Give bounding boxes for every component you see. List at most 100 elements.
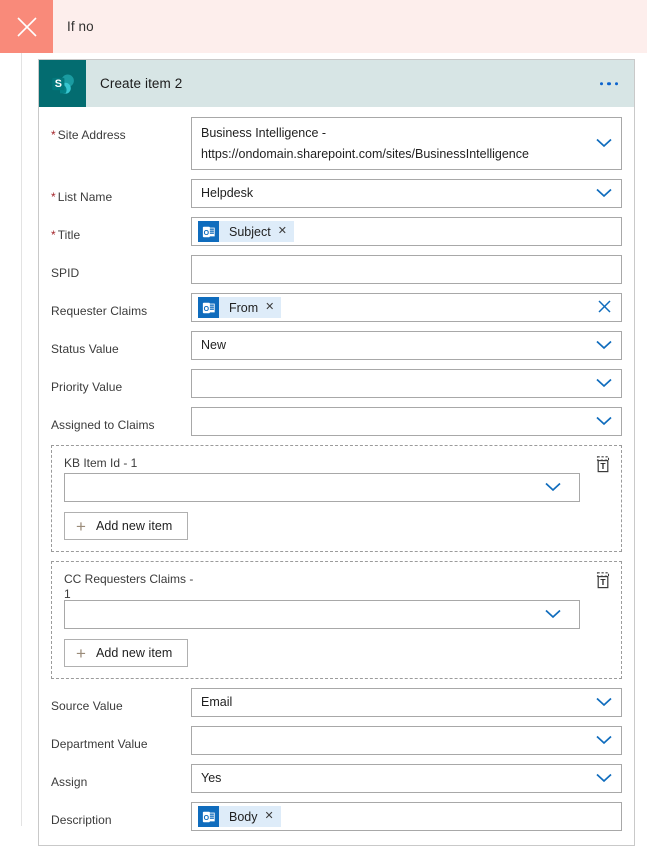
field-row-source-value: Source Value Email (51, 688, 622, 717)
sharepoint-icon: S (39, 60, 86, 107)
dynamic-token-from[interactable]: O From ✕ (198, 297, 282, 318)
add-new-item-label: Add new item (95, 519, 173, 533)
required-asterisk: * (51, 128, 56, 142)
repeating-section-label: CC Requesters Claims - (64, 572, 194, 586)
chevron-down-icon (596, 339, 612, 353)
field-row-site-address: * Site Address Business Intelligence - ht… (51, 117, 622, 170)
flow-connector-rail (21, 53, 22, 826)
required-asterisk: * (51, 228, 56, 242)
dynamic-token-subject[interactable]: O Subject ✕ (198, 221, 294, 242)
add-new-item-label: Add new item (95, 646, 173, 660)
svg-text:O: O (203, 305, 209, 312)
source-value-combobox[interactable]: Email (191, 688, 622, 717)
field-label-requester-claims: Requester Claims (51, 304, 148, 318)
svg-text:T: T (600, 461, 606, 471)
field-row-description: Description O Body ✕ (51, 802, 622, 831)
repeating-section-cc-requesters-claims: CC Requesters Claims - 1 + Add new item … (51, 561, 622, 679)
if-no-branch-bar: If no (0, 0, 647, 53)
close-icon (14, 14, 40, 40)
action-card-header[interactable]: S Create item 2 (39, 60, 634, 107)
field-label-assigned-to-claims: Assigned to Claims (51, 418, 155, 432)
repeating-section-label-index: 1 (64, 587, 71, 601)
site-address-combobox[interactable]: Business Intelligence - https://ondomain… (191, 117, 622, 170)
remove-token-icon[interactable]: ✕ (265, 811, 274, 822)
add-new-item-button-kb-item-id[interactable]: + Add new item (64, 512, 189, 540)
remove-token-icon[interactable]: ✕ (278, 226, 287, 237)
chevron-down-icon (596, 772, 612, 786)
token-label: Body (229, 809, 258, 824)
field-label-assign: Assign (51, 775, 88, 789)
required-asterisk: * (51, 190, 56, 204)
field-label-list-name: * List Name (51, 190, 113, 204)
field-row-assigned-to-claims: Assigned to Claims (51, 407, 622, 436)
department-value-combobox[interactable] (191, 726, 622, 755)
field-row-priority-value: Priority Value (51, 369, 622, 398)
source-value: Email (201, 695, 233, 709)
field-label-title: * Title (51, 228, 81, 242)
site-address-value-line2: https://ondomain.sharepoint.com/sites/Bu… (201, 146, 529, 161)
add-new-item-button-cc-requesters-claims[interactable]: + Add new item (64, 639, 189, 667)
description-input[interactable]: O Body ✕ (191, 802, 622, 831)
outlook-icon: O (198, 297, 219, 318)
action-card-title: Create item 2 (100, 76, 183, 91)
status-value: New (201, 338, 227, 352)
priority-value-combobox[interactable] (191, 369, 622, 398)
field-row-department-value: Department Value (51, 726, 622, 755)
repeating-section-label: KB Item Id - 1 (64, 456, 138, 470)
outlook-icon: O (198, 221, 219, 242)
status-value-combobox[interactable]: New (191, 331, 622, 360)
field-row-spid: SPID (51, 255, 622, 284)
kb-item-id-combobox[interactable] (64, 473, 580, 502)
field-label-source-value: Source Value (51, 699, 123, 713)
action-card-create-item-2: S Create item 2 * Site Address Business I… (38, 59, 635, 846)
list-name-combobox[interactable]: Helpdesk (191, 179, 622, 208)
flow-canvas: S Create item 2 * Site Address Business I… (0, 53, 647, 846)
field-row-assign: Assign Yes (51, 764, 622, 793)
close-branch-button[interactable] (0, 0, 53, 53)
list-name-value: Helpdesk (201, 186, 254, 200)
field-label-site-address: * Site Address (51, 128, 126, 142)
action-card-body: * Site Address Business Intelligence - ht… (39, 107, 634, 845)
chevron-down-icon (596, 137, 612, 151)
field-row-status-value: Status Value New (51, 331, 622, 360)
field-label-department-value: Department Value (51, 737, 148, 751)
title-input[interactable]: O Subject ✕ (191, 217, 622, 246)
chevron-down-icon (596, 696, 612, 710)
ellipsis-icon[interactable] (596, 76, 623, 92)
svg-text:O: O (203, 814, 209, 821)
clear-field-icon[interactable] (596, 298, 613, 318)
field-label-description: Description (51, 813, 112, 827)
assign-value: Yes (201, 771, 222, 785)
spid-input[interactable] (191, 255, 622, 284)
svg-text:T: T (600, 577, 606, 587)
field-row-requester-claims: Requester Claims O From ✕ (51, 293, 622, 322)
plus-icon: + (76, 516, 86, 536)
branch-title: If no (67, 19, 94, 34)
delete-item-icon[interactable]: T (595, 572, 611, 589)
assigned-to-claims-combobox[interactable] (191, 407, 622, 436)
assign-combobox[interactable]: Yes (191, 764, 622, 793)
token-label: From (229, 300, 259, 315)
field-row-title: * Title O Subject ✕ (51, 217, 622, 246)
delete-item-icon[interactable]: T (595, 456, 611, 473)
chevron-down-icon (596, 415, 612, 429)
chevron-down-icon (596, 734, 612, 748)
chevron-down-icon (545, 608, 561, 622)
token-label: Subject (229, 224, 271, 239)
cc-requesters-claims-combobox[interactable] (64, 600, 580, 629)
outlook-icon: O (198, 806, 219, 827)
field-label-priority-value: Priority Value (51, 380, 123, 394)
chevron-down-icon (596, 377, 612, 391)
plus-icon: + (76, 643, 86, 663)
chevron-down-icon (596, 187, 612, 201)
remove-token-icon[interactable]: ✕ (265, 302, 274, 313)
requester-claims-input[interactable]: O From ✕ (191, 293, 622, 322)
repeating-section-kb-item-id: KB Item Id - 1 + Add new item T (51, 445, 622, 552)
dynamic-token-body[interactable]: O Body ✕ (198, 806, 281, 827)
field-row-list-name: * List Name Helpdesk (51, 179, 622, 208)
field-label-status-value: Status Value (51, 342, 119, 356)
chevron-down-icon (545, 481, 561, 495)
svg-text:O: O (203, 229, 209, 236)
svg-text:S: S (54, 78, 61, 90)
field-label-spid: SPID (51, 266, 80, 280)
